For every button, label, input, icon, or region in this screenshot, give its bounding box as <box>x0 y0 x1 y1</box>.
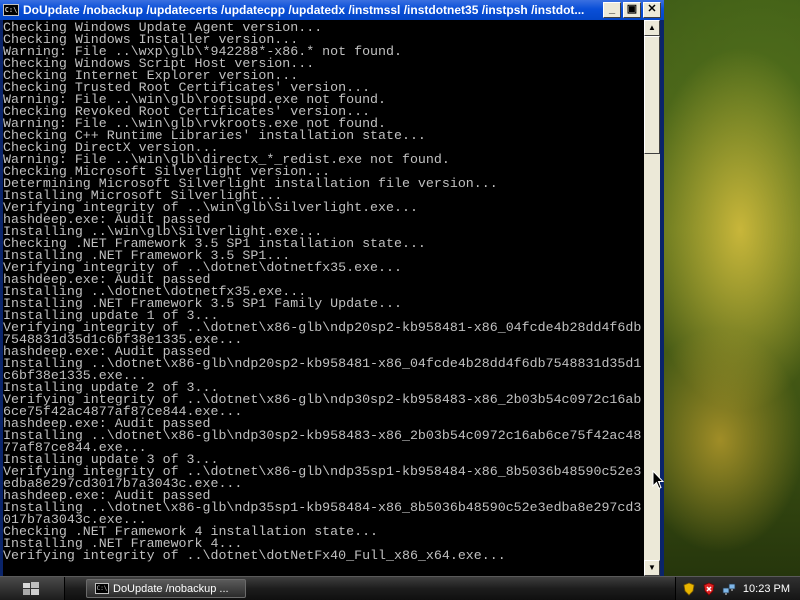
console-icon: C:\ <box>95 583 109 594</box>
security-alert-icon[interactable] <box>702 582 716 596</box>
taskbar-item-doupdate[interactable]: C:\ DoUpdate /nobackup ... <box>86 579 246 598</box>
security-shield-icon[interactable] <box>682 582 696 596</box>
console-text: Checking Windows Update Agent version...… <box>3 20 644 562</box>
close-button[interactable]: ✕ <box>643 2 661 18</box>
start-button[interactable] <box>0 577 65 600</box>
network-icon[interactable] <box>722 582 736 596</box>
minimize-button[interactable]: _ <box>603 2 621 18</box>
console-line: Verifying integrity of ..\dotnet\dotNetF… <box>3 548 506 563</box>
windows-logo-icon <box>23 582 39 595</box>
scroll-up-button[interactable]: ▲ <box>644 20 660 36</box>
console-icon[interactable]: C:\ <box>3 4 19 16</box>
system-tray: 10:23 PM <box>675 577 800 600</box>
console-window: C:\ DoUpdate /nobackup /updatecerts /upd… <box>0 0 664 576</box>
window-titlebar[interactable]: C:\ DoUpdate /nobackup /updatecerts /upd… <box>0 0 664 20</box>
taskbar: C:\ DoUpdate /nobackup ... 10:23 PM <box>0 576 800 600</box>
console-output[interactable]: Checking Windows Update Agent version...… <box>0 20 644 576</box>
vertical-scrollbar[interactable]: ▲ ▼ <box>644 20 660 576</box>
maximize-button[interactable]: ▣ <box>623 2 641 18</box>
scroll-thumb[interactable] <box>644 36 660 154</box>
taskbar-item-label: DoUpdate /nobackup ... <box>113 582 229 595</box>
scroll-down-button[interactable]: ▼ <box>644 560 660 576</box>
mouse-cursor-icon <box>652 470 664 490</box>
clock[interactable]: 10:23 PM <box>743 583 790 595</box>
window-border <box>660 20 664 576</box>
window-title: DoUpdate /nobackup /updatecerts /updatec… <box>23 3 585 17</box>
